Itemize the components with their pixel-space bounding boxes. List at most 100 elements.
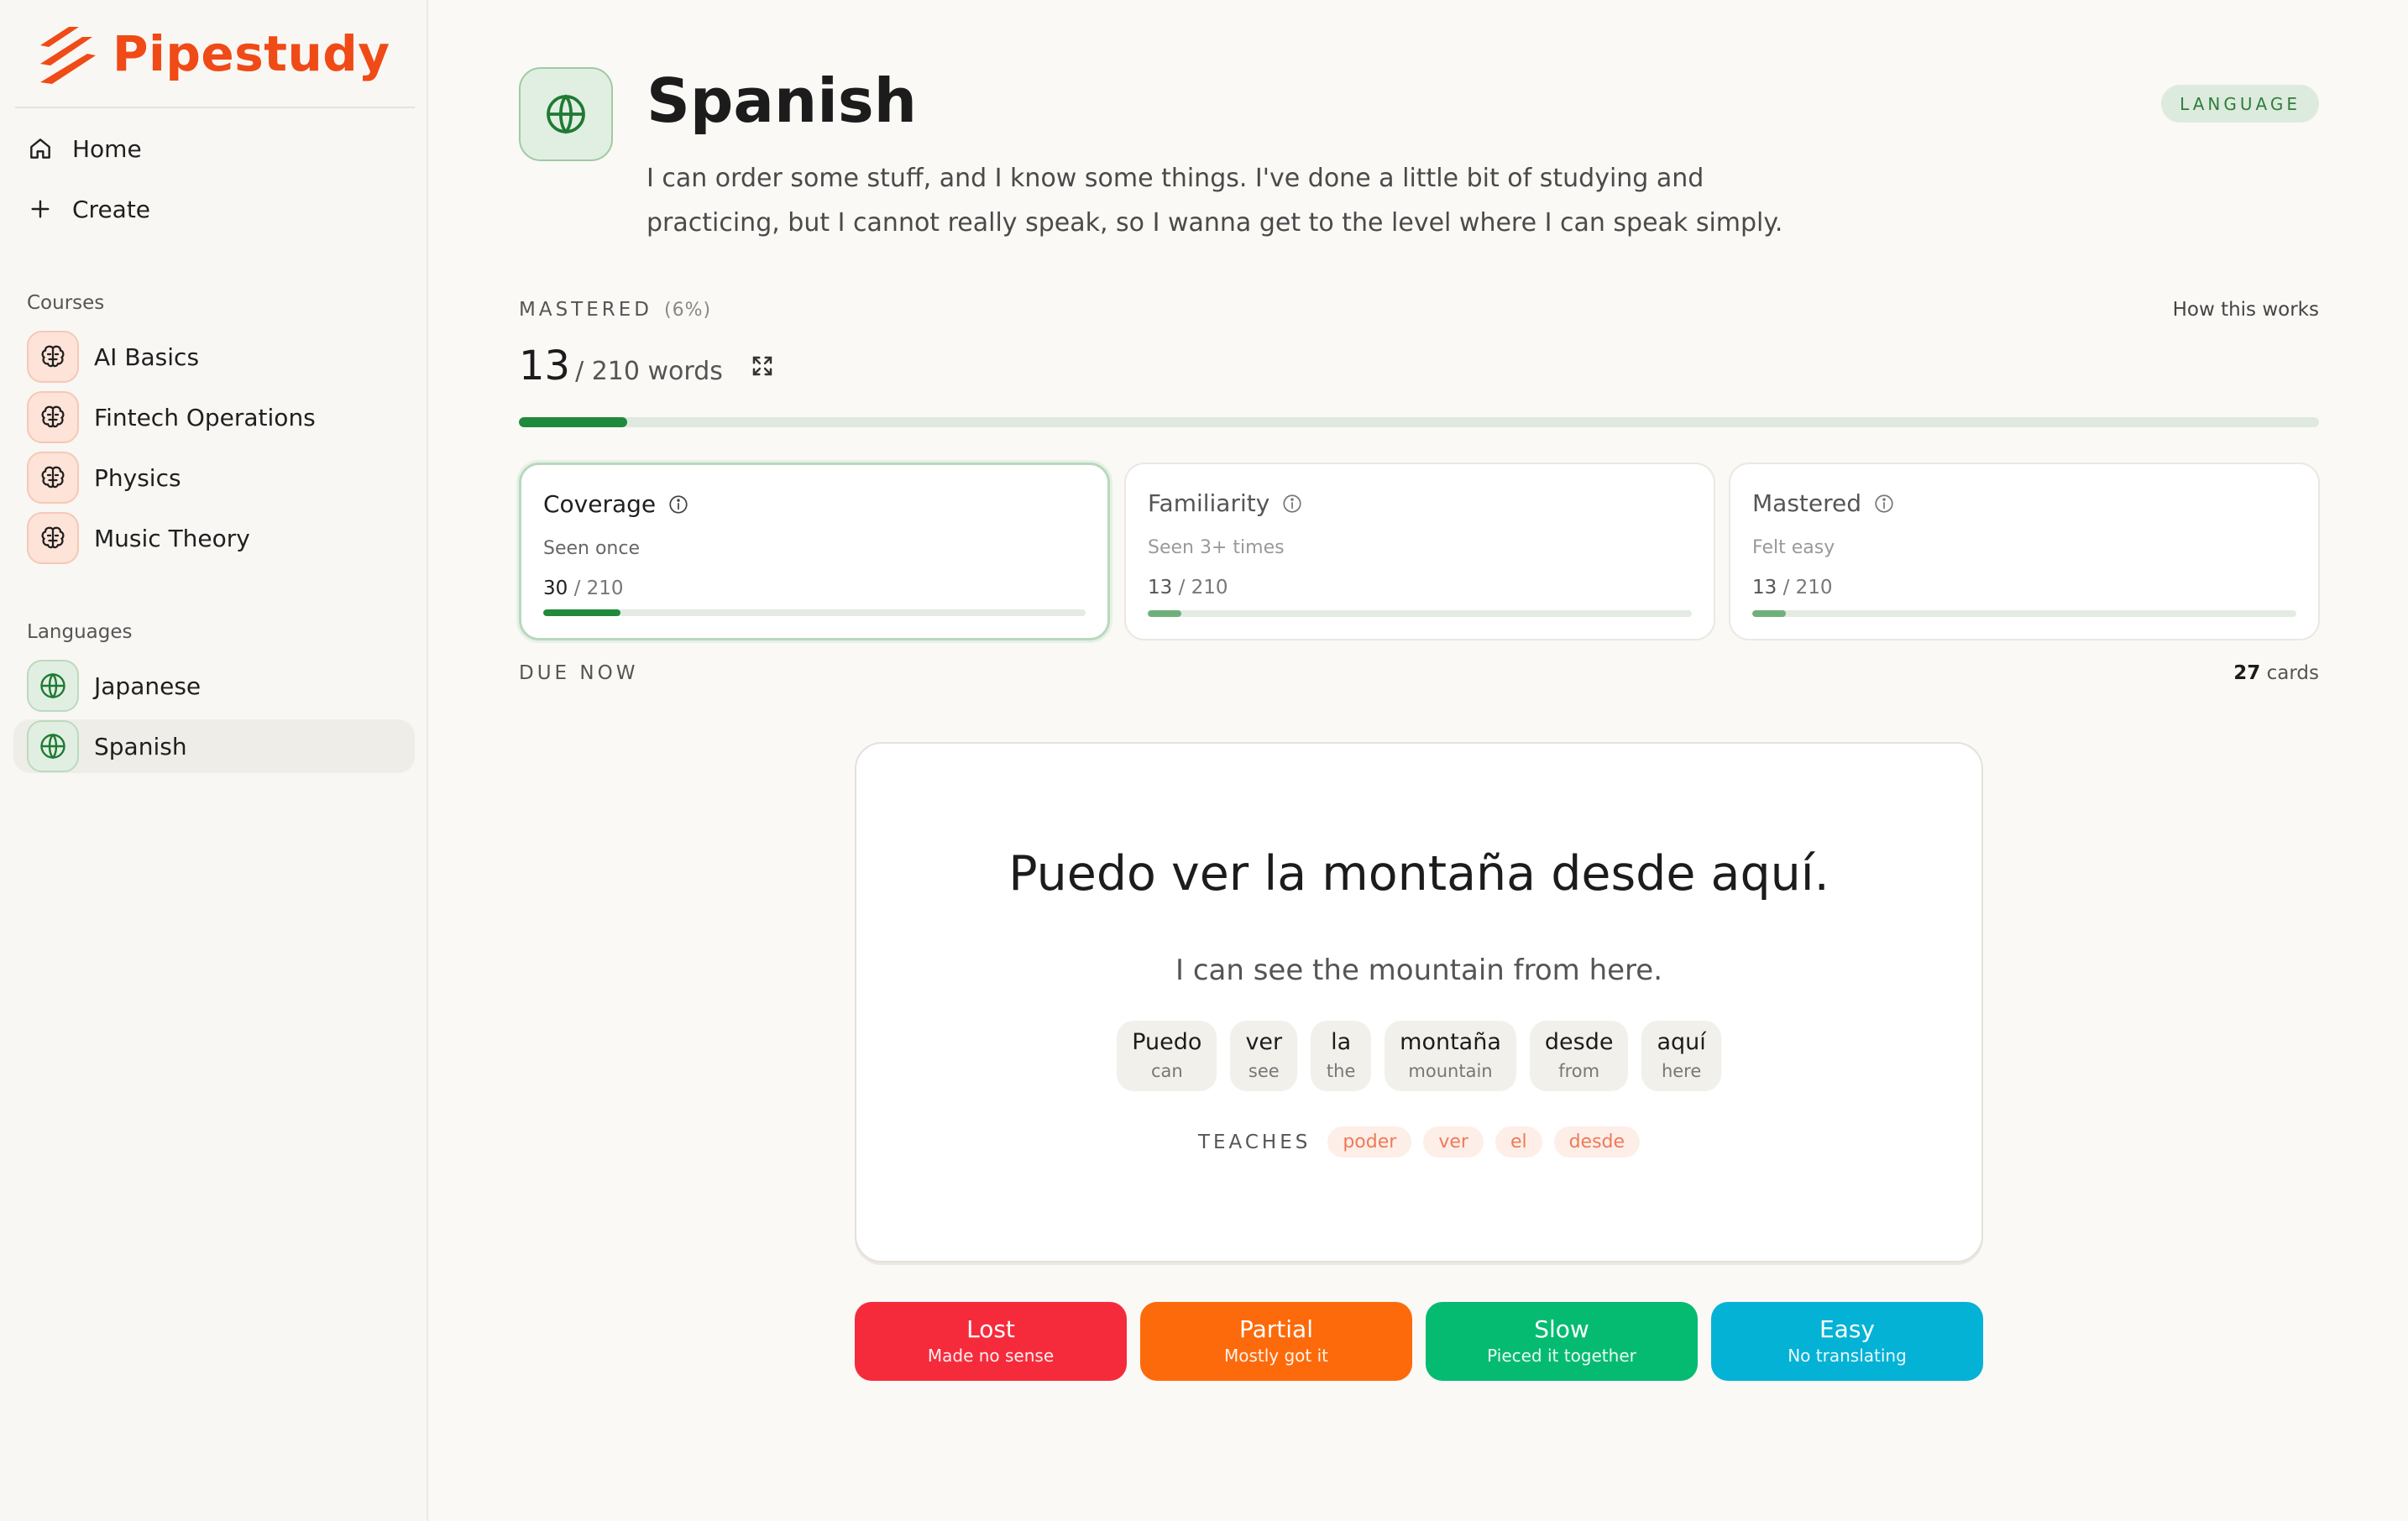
card-sentence: Puedo ver la montaña desde aquí.: [1008, 846, 1830, 902]
languages-section-label: Languages: [27, 621, 133, 643]
rate-label: Slow: [1534, 1315, 1589, 1343]
how-this-works-link[interactable]: How this works: [2173, 299, 2319, 321]
teaches-row: TEACHES poder ver el desde: [856, 1126, 1981, 1158]
teaches-word-chip[interactable]: desde: [1553, 1126, 1641, 1158]
sidebar-item-label: Fintech Operations: [94, 403, 316, 431]
word-chip[interactable]: ver see: [1230, 1021, 1298, 1091]
expand-icon[interactable]: [750, 353, 775, 379]
mastered-label: MASTERED (6%): [519, 299, 711, 321]
rate-lost-button[interactable]: Lost Made no sense: [855, 1302, 1127, 1381]
plus-icon: [31, 200, 50, 218]
word-spanish: montaña: [1400, 1029, 1501, 1055]
nav-create[interactable]: Create: [13, 182, 415, 236]
stat-count-total: / 210: [573, 578, 624, 599]
sidebar-item-label: Physics: [94, 463, 181, 492]
rate-sublabel: No translating: [1788, 1346, 1907, 1366]
rate-sublabel: Made no sense: [927, 1346, 1055, 1366]
card-translation: I can see the mountain from here.: [1175, 954, 1663, 987]
due-count-unit: cards: [2266, 662, 2319, 684]
teaches-word-chip[interactable]: poder: [1327, 1126, 1412, 1158]
word-spanish: aquí: [1657, 1029, 1706, 1055]
stat-count-value: 13: [1148, 577, 1173, 598]
mastered-count-total: / 210 words: [575, 357, 723, 386]
stat-subtitle: Seen 3+ times: [1148, 537, 1285, 558]
globe-icon: [40, 733, 65, 760]
word-chip[interactable]: aquí here: [1641, 1021, 1721, 1091]
stat-progress-bar: [1752, 610, 2296, 617]
word-english: can: [1150, 1061, 1183, 1081]
sidebar-item-music-theory[interactable]: Music Theory: [13, 511, 415, 565]
word-spanish: la: [1331, 1029, 1352, 1055]
rate-sublabel: Pieced it together: [1487, 1346, 1636, 1366]
rate-sublabel: Mostly got it: [1223, 1346, 1329, 1366]
pipestudy-logo-icon: [40, 27, 96, 84]
mastered-count: 13 / 210 words: [519, 342, 775, 389]
mastered-progress-bar: [519, 417, 2319, 427]
sidebar-item-label: Music Theory: [94, 524, 250, 552]
word-english: here: [1661, 1061, 1702, 1081]
sidebar-item-ai-basics[interactable]: AI Basics: [13, 330, 415, 384]
courses-section-label: Courses: [27, 292, 105, 314]
stat-count: 13 / 210: [1752, 577, 2296, 598]
stat-count: 30 / 210: [543, 578, 1086, 599]
rate-easy-button[interactable]: Easy No translating: [1711, 1302, 1983, 1381]
stat-count-value: 30: [543, 578, 568, 599]
nav-home-label: Home: [72, 134, 142, 163]
rate-slow-button[interactable]: Slow Pieced it together: [1426, 1302, 1698, 1381]
rate-label: Lost: [966, 1315, 1015, 1343]
teaches-word-chip[interactable]: ver: [1423, 1126, 1484, 1158]
due-count-value: 27: [2233, 662, 2261, 684]
info-icon[interactable]: [1873, 493, 1895, 515]
stat-progress-fill: [1148, 610, 1182, 617]
globe-icon: [547, 94, 585, 134]
sidebar-item-label: Spanish: [94, 732, 187, 760]
stat-count: 13 / 210: [1148, 577, 1692, 598]
word-english: see: [1248, 1061, 1280, 1081]
stat-title: Mastered: [1752, 489, 1862, 517]
word-chip[interactable]: desde from: [1529, 1021, 1629, 1091]
flashcard[interactable]: Puedo ver la montaña desde aquí. I can s…: [855, 742, 1983, 1262]
sidebar-item-japanese[interactable]: Japanese: [13, 659, 415, 713]
home-icon: [30, 139, 50, 159]
stat-count-total: / 210: [1782, 577, 1833, 598]
word-chip[interactable]: montaña mountain: [1385, 1021, 1516, 1091]
sidebar-item-physics[interactable]: Physics: [13, 451, 415, 504]
stat-card-familiarity[interactable]: Familiarity Seen 3+ times 13 / 210: [1124, 463, 1715, 640]
word-chip[interactable]: Puedo can: [1117, 1021, 1217, 1091]
sidebar-item-spanish[interactable]: Spanish: [13, 719, 415, 773]
stat-progress-bar: [1148, 610, 1692, 617]
info-icon[interactable]: [667, 494, 689, 515]
stat-subtitle: Seen once: [543, 538, 641, 559]
word-english: the: [1326, 1061, 1356, 1081]
rate-label: Easy: [1819, 1315, 1875, 1343]
stat-subtitle: Felt easy: [1752, 537, 1835, 558]
language-type-badge: LANGUAGE: [2161, 85, 2319, 123]
word-spanish: ver: [1245, 1029, 1283, 1055]
word-chip[interactable]: la the: [1311, 1021, 1372, 1091]
stat-progress-fill: [543, 609, 621, 616]
mastered-label-text: MASTERED: [519, 299, 652, 321]
info-icon[interactable]: [1281, 493, 1303, 515]
mastered-percent: (6%): [663, 300, 712, 321]
stat-title: Familiarity: [1148, 489, 1270, 517]
goal-description: I can order some stuff, and I know some …: [646, 164, 1783, 238]
stat-card-coverage[interactable]: Coverage Seen once 30 / 210: [519, 463, 1110, 640]
nav-create-label: Create: [72, 195, 151, 223]
globe-icon: [40, 672, 65, 699]
brain-icon: [41, 466, 65, 489]
app-logo[interactable]: Pipestudy: [35, 20, 390, 87]
word-breakdown: Puedo can ver see la the montaña mountain de…: [856, 1021, 1981, 1091]
sidebar-item-fintech-operations[interactable]: Fintech Operations: [13, 390, 415, 444]
teaches-label: TEACHES: [1197, 1131, 1311, 1153]
stat-progress-bar: [543, 609, 1086, 616]
nav-home[interactable]: Home: [13, 122, 415, 175]
word-spanish: desde: [1544, 1029, 1614, 1055]
sidebar: Pipestudy Home Create Courses AI Basics: [0, 0, 428, 1521]
app-name: Pipestudy: [113, 25, 390, 82]
rate-partial-button[interactable]: Partial Mostly got it: [1140, 1302, 1412, 1381]
stat-card-mastered[interactable]: Mastered Felt easy 13 / 210: [1729, 463, 2320, 640]
teaches-word-chip[interactable]: el: [1495, 1126, 1542, 1158]
page-title: Spanish: [646, 65, 918, 136]
stat-count-value: 13: [1752, 577, 1777, 598]
sidebar-item-label: Japanese: [94, 672, 202, 700]
